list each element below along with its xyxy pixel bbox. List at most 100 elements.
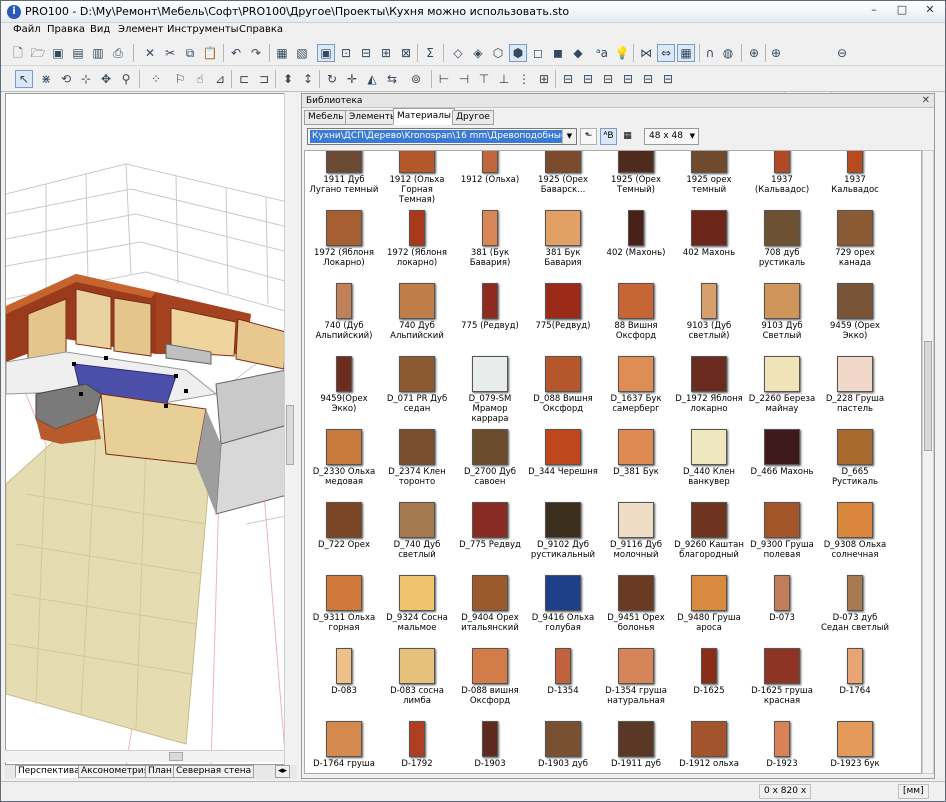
material-tile[interactable]: D_344 Черешня: [527, 429, 599, 502]
material-tile[interactable]: D_228 Груша пастель: [819, 356, 891, 429]
sum-icon[interactable]: Σ: [421, 44, 439, 62]
rotate-select-icon[interactable]: ⟲: [57, 70, 75, 88]
select-region-icon[interactable]: ⋇: [37, 70, 55, 88]
material-tile[interactable]: D_9416 Ольха голубая: [527, 575, 599, 648]
material-tile[interactable]: 381 Бук Бавария: [527, 210, 599, 283]
material-tile[interactable]: D_9308 Ольха солнечная: [819, 502, 891, 575]
material-tile[interactable]: D_381 Бук: [600, 429, 672, 502]
align-edge-left-icon[interactable]: ⊢: [435, 70, 453, 88]
material-tile[interactable]: 1911 Дуб Лугано темный: [308, 151, 380, 210]
align-bottom-icon[interactable]: ⊥: [495, 70, 513, 88]
material-tile[interactable]: 775 (Редвуд): [454, 283, 526, 356]
globe-icon[interactable]: ◍: [719, 44, 737, 62]
material-tile[interactable]: 1925 орех темный: [673, 151, 745, 210]
material-tile[interactable]: D-1764: [819, 648, 891, 721]
material-tile[interactable]: D_440 Клен ванкувер: [673, 429, 745, 502]
material-tile[interactable]: D_088 Вишня Оксфорд: [527, 356, 599, 429]
material-tile[interactable]: 88 Вишня Оксфорд: [600, 283, 672, 356]
cross-icon[interactable]: ✛: [343, 70, 361, 88]
align-top-icon[interactable]: ⊤: [475, 70, 493, 88]
hand-icon[interactable]: ☝: [191, 70, 209, 88]
material-tile[interactable]: D-1911 дуб: [600, 721, 672, 773]
material-tile[interactable]: D_740 Дуб светлый: [381, 502, 453, 575]
material-tile[interactable]: 402 (Махонь): [600, 210, 672, 283]
material-tile[interactable]: D_2700 Дуб савоен: [454, 429, 526, 502]
zoom-tool-icon[interactable]: ⚲: [117, 70, 135, 88]
material-tile[interactable]: 9103 (Дуб светлый): [673, 283, 745, 356]
material-tile[interactable]: D_9116 Дуб молочный: [600, 502, 672, 575]
view-solid-icon[interactable]: ⬢: [509, 44, 527, 62]
sort-name-icon[interactable]: ᴬB: [600, 128, 617, 145]
material-tile[interactable]: D-1764 груша: [308, 721, 380, 773]
material-tile[interactable]: D-073 дуб Седан светлый: [819, 575, 891, 648]
material-tile[interactable]: D_9451 Орех болонья: [600, 575, 672, 648]
new-file-icon[interactable]: 🗋: [9, 44, 27, 62]
library-close-button[interactable]: ✕: [922, 94, 930, 108]
dimension-icon[interactable]: ⊟: [357, 44, 375, 62]
snap-icon[interactable]: ▣: [317, 44, 335, 62]
magnet-icon[interactable]: ⋈: [637, 44, 655, 62]
material-tile[interactable]: 740 (Дуб Альпийский): [308, 283, 380, 356]
tab-materials[interactable]: Материалы: [393, 108, 455, 125]
material-tile[interactable]: 1912 (Ольха Горная Темная): [381, 151, 453, 210]
menu-tools[interactable]: Инструменты: [167, 24, 239, 35]
edit-icon[interactable]: ⊿: [211, 70, 229, 88]
material-tile[interactable]: 402 Махонь: [673, 210, 745, 283]
material-tile[interactable]: 729 орех канада: [819, 210, 891, 283]
tabs-scroll-icon[interactable]: ◂▸: [275, 765, 291, 778]
tab-north-wall[interactable]: Северная стена: [173, 765, 255, 778]
flip-icon[interactable]: ⬍: [279, 70, 297, 88]
arrows-icon[interactable]: ⇆: [383, 70, 401, 88]
material-tile[interactable]: D_9260 Каштан благородный: [673, 502, 745, 575]
material-tile[interactable]: D_9404 Орех итальянский: [454, 575, 526, 648]
move-icon[interactable]: ⊹: [77, 70, 95, 88]
copy-icon[interactable]: ⧉: [181, 44, 199, 62]
material-tile[interactable]: D-073: [746, 575, 818, 648]
menu-edit[interactable]: Правка: [47, 24, 85, 35]
stack-icon[interactable]: ⊟: [659, 70, 677, 88]
grid-icon[interactable]: ▦: [677, 44, 695, 62]
chevron-down-icon[interactable]: ▼: [562, 129, 576, 144]
material-tile[interactable]: D_2330 Ольха медовая: [308, 429, 380, 502]
text-icon[interactable]: ᵃa: [593, 44, 611, 62]
material-tile[interactable]: D-1923 бук: [819, 721, 891, 773]
zoom-element-icon[interactable]: ⊡: [337, 44, 355, 62]
view-shaded-icon[interactable]: ◼: [549, 44, 567, 62]
material-tile[interactable]: 381 (Бук Бавария): [454, 210, 526, 283]
maximize-button[interactable]: □: [891, 2, 913, 18]
undo-icon[interactable]: ↶: [227, 44, 245, 62]
view-texture-icon[interactable]: ◆: [569, 44, 587, 62]
material-tile[interactable]: 708 дуб рустикаль: [746, 210, 818, 283]
zoom-in-icon[interactable]: ⊕: [767, 44, 785, 62]
view-horizontal-scroll-thumb[interactable]: [169, 752, 183, 761]
material-tile[interactable]: D-1792: [381, 721, 453, 773]
menu-file[interactable]: Файл: [13, 24, 41, 35]
material-tile[interactable]: D-1354: [527, 648, 599, 721]
save-icon[interactable]: ▣: [49, 44, 67, 62]
tab-furniture[interactable]: Мебель: [304, 110, 348, 125]
material-tile[interactable]: 775(Редвуд): [527, 283, 599, 356]
material-tile[interactable]: D_079-SM Мрамор каррара: [454, 356, 526, 429]
print-icon[interactable]: ⎙: [109, 44, 127, 62]
menu-view[interactable]: Вид: [90, 24, 110, 35]
attract-icon[interactable]: ∩: [701, 44, 719, 62]
align-right-icon[interactable]: ⊐: [255, 70, 273, 88]
folder-up-icon[interactable]: ⬑: [580, 128, 597, 145]
resize-icon[interactable]: ⊞: [535, 70, 553, 88]
material-tile[interactable]: D_9102 Дуб рустикальный: [527, 502, 599, 575]
material-tile[interactable]: D_1972 Яблоня локарно: [673, 356, 745, 429]
paste-icon[interactable]: 📋: [201, 44, 219, 62]
align-edge-right-icon[interactable]: ⊣: [455, 70, 473, 88]
material-tile[interactable]: D-1903: [454, 721, 526, 773]
up-down-icon[interactable]: ↕: [299, 70, 317, 88]
materials-grid-area[interactable]: 1911 Дуб Лугано темный 1912 (Ольха Горная…: [304, 150, 922, 774]
ruler-icon[interactable]: ⇔: [657, 44, 675, 62]
minimize-button[interactable]: –: [863, 2, 885, 18]
center-icon[interactable]: ⊚: [407, 70, 425, 88]
view-horizontal-scrollbar[interactable]: [5, 750, 284, 762]
align-left-icon[interactable]: ⊏: [235, 70, 253, 88]
material-tile[interactable]: 1925 (Орех Баварск...: [527, 151, 599, 210]
menu-help[interactable]: Справка: [239, 24, 283, 35]
zoom-out-icon[interactable]: ⊖: [833, 44, 851, 62]
equal-depth-icon[interactable]: ⊟: [599, 70, 617, 88]
